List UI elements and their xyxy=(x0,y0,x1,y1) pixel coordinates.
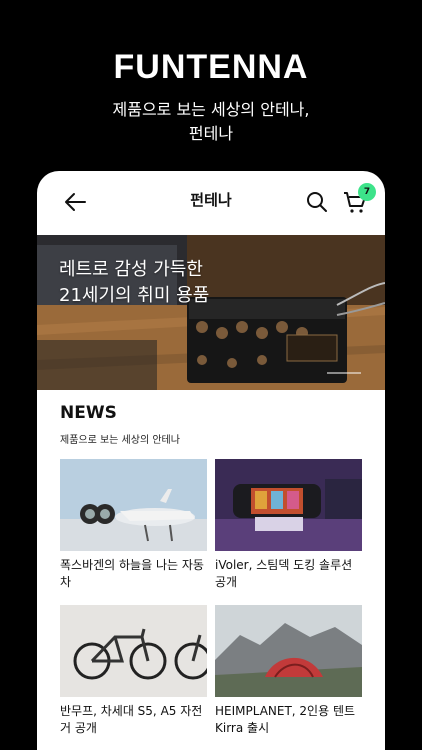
tent-mountain-image xyxy=(215,605,362,697)
search-icon[interactable] xyxy=(305,190,329,214)
bicycles-image xyxy=(60,605,207,697)
phone-screen: 펀테나 7 레트로 감성 가득한 21세기의 취미 용품 NEWS 제품으로 보… xyxy=(37,171,385,750)
news-card[interactable]: 반무프, 차세대 S5, A5 자전거 공개 xyxy=(60,605,207,737)
app-title: 펀테나 xyxy=(190,191,232,209)
tagline: 제품으로 보는 세상의 안테나, 펀테나 xyxy=(0,98,422,146)
news-card[interactable]: iVoler, 스팀덱 도킹 솔루션 공개 xyxy=(215,459,362,591)
steam-deck-dock-image xyxy=(215,459,362,551)
news-section-title: NEWS xyxy=(60,403,117,423)
news-section-subtitle: 제품으로 보는 세상의 안테나 xyxy=(60,435,180,446)
app-header: 펀테나 7 xyxy=(37,171,385,233)
hero-line-1: 레트로 감성 가득한 xyxy=(59,259,203,280)
brand-title: FUNTENNA xyxy=(113,48,309,86)
tagline-line-1: 제품으로 보는 세상의 안테나, xyxy=(112,100,310,119)
news-card-title: 반무프, 차세대 S5, A5 자전거 공개 xyxy=(60,704,203,735)
news-card-title: HEIMPLANET, 2인용 텐트 Kirra 출시 xyxy=(215,704,356,735)
news-card[interactable]: HEIMPLANET, 2인용 텐트 Kirra 출시 xyxy=(215,605,362,737)
hero-banner[interactable]: 레트로 감성 가득한 21세기의 취미 용품 xyxy=(37,235,385,390)
news-card-title: 폭스바겐의 하늘을 나는 자동차 xyxy=(60,558,204,589)
hero-line-2: 21세기의 취미 용품 xyxy=(59,285,210,306)
carousel-indicator xyxy=(327,372,361,374)
flying-car-image xyxy=(60,459,207,551)
news-card-title: iVoler, 스팀덱 도킹 솔루션 공개 xyxy=(215,558,353,589)
cart-count-badge: 7 xyxy=(358,183,376,201)
news-card[interactable]: 폭스바겐의 하늘을 나는 자동차 xyxy=(60,459,207,591)
tagline-line-2: 펀테나 xyxy=(188,124,234,143)
hero-headline: 레트로 감성 가득한 21세기의 취미 용품 xyxy=(59,257,209,309)
